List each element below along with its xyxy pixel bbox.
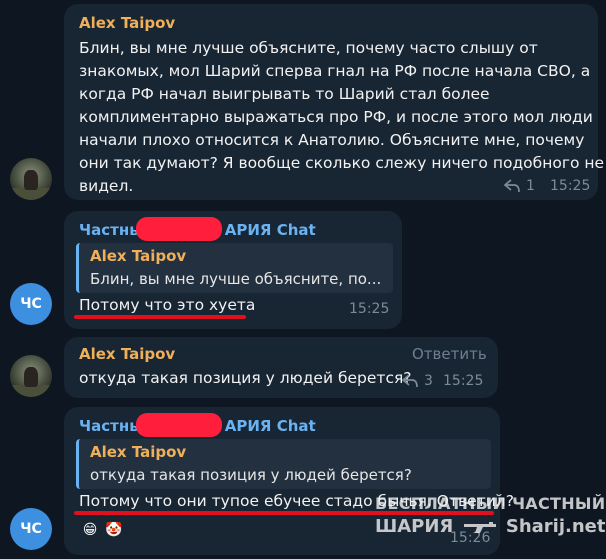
- avatar-chat[interactable]: ЧС: [10, 508, 52, 550]
- avatar-figure: [24, 367, 38, 387]
- gun-icon: [463, 522, 496, 533]
- sender-name-end: АРИЯ Chat: [224, 221, 316, 239]
- avatar-alex-taipov[interactable]: [10, 355, 52, 397]
- sender-name-start: Частны: [79, 417, 143, 435]
- replies-count[interactable]: 3: [424, 373, 433, 389]
- watermark-line-2-end: Sharij.net: [505, 516, 606, 537]
- message-time: 15:25: [349, 301, 390, 317]
- sender-name-start: Частны: [79, 221, 143, 239]
- message-text-line: видел.: [79, 177, 134, 195]
- reply-quote[interactable]: Alex Taipov откуда такая позиция у людей…: [76, 439, 491, 489]
- highlight-underline: [74, 315, 246, 319]
- message-text: откуда такая позиция у людей берется?: [79, 369, 412, 387]
- avatar-chat[interactable]: ЧС: [10, 283, 52, 325]
- message-text-line: когда РФ начал выигрывать то Шарий стал …: [79, 85, 490, 103]
- watermark-line-1: БЕСПЛАТНЫЙ ЧАСТНЫЙ: [375, 494, 606, 513]
- message-bubble-3[interactable]: Alex Taipov Ответить откуда такая позици…: [64, 337, 498, 398]
- redaction-mark: [136, 413, 222, 437]
- replies-count[interactable]: 1: [526, 178, 535, 194]
- sender-name[interactable]: Alex Taipov: [79, 14, 175, 32]
- message-text-line: комплиментарно выражаться про РФ, и посл…: [79, 108, 593, 126]
- quote-sender: Alex Taipov: [90, 443, 187, 461]
- watermark-line-2: ШАРИЯ Sharij.net: [375, 516, 605, 537]
- message-text-line: начали плохо относится к Анатолию. Объяс…: [79, 131, 585, 149]
- message-text-line: Блин, вы мне лучше объясните, почему час…: [79, 39, 538, 57]
- reaction-clown-icon[interactable]: 🤡: [104, 520, 124, 540]
- reply-arrow-icon[interactable]: [402, 374, 418, 388]
- reply-quote[interactable]: Alex Taipov Блин, вы мне лучше объясните…: [76, 243, 393, 293]
- redaction-mark: [136, 217, 222, 241]
- reply-button[interactable]: Ответить: [412, 345, 487, 363]
- quote-sender: Alex Taipov: [90, 247, 187, 265]
- message-time: 15:25: [443, 373, 484, 389]
- message-text-line: знакомых, мол Шарий сперва гнал на РФ по…: [79, 62, 591, 80]
- quote-text: откуда такая позиция у людей берется?: [90, 466, 412, 484]
- sender-name-end: АРИЯ Chat: [224, 417, 316, 435]
- message-bubble-2[interactable]: Частны АРИЯ Chat Alex Taipov Блин, вы мне…: [64, 211, 402, 329]
- avatar-figure: [24, 170, 38, 190]
- sender-name[interactable]: Alex Taipov: [79, 345, 175, 363]
- reply-arrow-icon[interactable]: [504, 179, 520, 193]
- message-time: 15:25: [550, 178, 591, 194]
- reaction-grin-icon[interactable]: 😁: [80, 520, 100, 540]
- quote-text: Блин, вы мне лучше объясните, по...: [90, 270, 382, 288]
- watermark-line-2-start: ШАРИЯ: [375, 516, 454, 537]
- avatar-alex-taipov[interactable]: [10, 158, 52, 200]
- message-text: Потому что это хуета: [79, 296, 256, 314]
- message-bubble-1[interactable]: Alex Taipov Блин, вы мне лучше объясните…: [64, 4, 604, 200]
- message-text-line: они так думают? Я вообще сколько слежу н…: [79, 154, 605, 172]
